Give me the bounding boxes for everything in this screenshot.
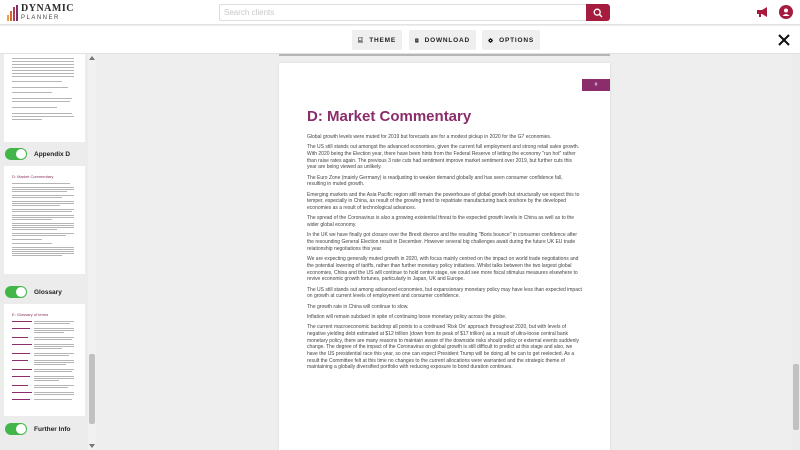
search-button[interactable] bbox=[586, 4, 610, 21]
section-toggle[interactable] bbox=[5, 286, 27, 298]
page-badge: # bbox=[582, 79, 610, 91]
section-row-further-info: Further Info bbox=[4, 418, 85, 440]
close-button[interactable] bbox=[775, 31, 793, 49]
thumbnail-title: E: Glossary of terms bbox=[12, 312, 49, 317]
logo[interactable]: DYNAMIC PLANNER bbox=[7, 3, 74, 22]
megaphone-icon[interactable] bbox=[755, 5, 769, 19]
paragraph: Global growth levels were muted for 2019… bbox=[307, 134, 552, 140]
options-label: OPTIONS bbox=[499, 36, 534, 44]
page-body: Global growth levels were muted for 2019… bbox=[307, 134, 582, 375]
sidebar-scrollbar[interactable] bbox=[88, 54, 96, 450]
paragraph: In the UK we have finally got closure ov… bbox=[307, 232, 578, 252]
thumbnail-title: D: Market Commentary bbox=[12, 174, 54, 179]
options-button[interactable]: OPTIONS bbox=[482, 30, 540, 50]
paragraph: The spread of the Coronavirus is also a … bbox=[307, 215, 575, 229]
scroll-down-arrow-icon[interactable] bbox=[88, 442, 96, 450]
section-label: Glossary bbox=[34, 288, 62, 296]
top-bar: DYNAMIC PLANNER bbox=[0, 0, 800, 25]
paragraph: The US still stands out among advanced e… bbox=[307, 286, 582, 300]
section-toggle[interactable] bbox=[5, 423, 27, 435]
section-toggle[interactable] bbox=[5, 148, 27, 160]
paragraph: The current macroeconomic backdrop all p… bbox=[307, 324, 579, 371]
logo-title: DYNAMIC bbox=[21, 3, 74, 14]
page-thumbnail[interactable]: D: Market Commentary bbox=[4, 166, 85, 274]
section-label: Appendix D bbox=[34, 150, 71, 158]
user-icon bbox=[782, 8, 790, 16]
paragraph: We are expecting generally muted growth … bbox=[307, 256, 579, 283]
image-icon bbox=[358, 37, 364, 43]
theme-label: THEME bbox=[369, 36, 396, 44]
previous-page-edge bbox=[279, 54, 610, 56]
page-thumbnail[interactable]: E: Glossary of terms bbox=[4, 304, 85, 416]
document-page: # D: Market Commentary Global growth lev… bbox=[279, 63, 610, 450]
download-button[interactable]: DOWNLOAD bbox=[409, 30, 476, 50]
sections-sidebar: Appendix D D: Market Commentary Glossary… bbox=[0, 54, 96, 450]
document-icon bbox=[415, 38, 419, 42]
page-title: D: Market Commentary bbox=[307, 108, 472, 125]
search-input[interactable] bbox=[219, 4, 586, 21]
page-thumbnail[interactable] bbox=[4, 54, 85, 142]
search-icon bbox=[593, 8, 603, 17]
section-label: Further Info bbox=[34, 425, 71, 433]
search-bar bbox=[219, 4, 610, 21]
close-icon bbox=[778, 34, 790, 46]
section-row-glossary: Glossary bbox=[4, 281, 85, 303]
paragraph: The Euro Zone (mainly Germany) is readju… bbox=[307, 174, 563, 188]
paragraph: Inflation will remain subdued in spite o… bbox=[307, 313, 507, 320]
section-row-appendix-d: Appendix D bbox=[4, 143, 85, 165]
user-avatar[interactable] bbox=[779, 5, 793, 19]
logo-subtitle: PLANNER bbox=[21, 15, 60, 21]
paragraph: The growth rate in China will continue t… bbox=[307, 303, 409, 310]
document-toolbar: THEME DOWNLOAD OPTIONS bbox=[0, 26, 800, 54]
scrollbar-thumb[interactable] bbox=[89, 354, 95, 424]
scroll-up-arrow-icon[interactable] bbox=[88, 54, 96, 62]
gear-icon bbox=[488, 37, 494, 43]
download-label: DOWNLOAD bbox=[424, 36, 470, 44]
paragraph: Emerging markets and the Asia Pacific re… bbox=[307, 191, 580, 212]
main-scrollbar[interactable] bbox=[792, 54, 800, 450]
scrollbar-thumb[interactable] bbox=[793, 364, 799, 430]
theme-button[interactable]: THEME bbox=[352, 30, 402, 50]
logo-mark bbox=[7, 4, 18, 21]
paragraph: The US still stands out amongst the adva… bbox=[307, 144, 580, 171]
